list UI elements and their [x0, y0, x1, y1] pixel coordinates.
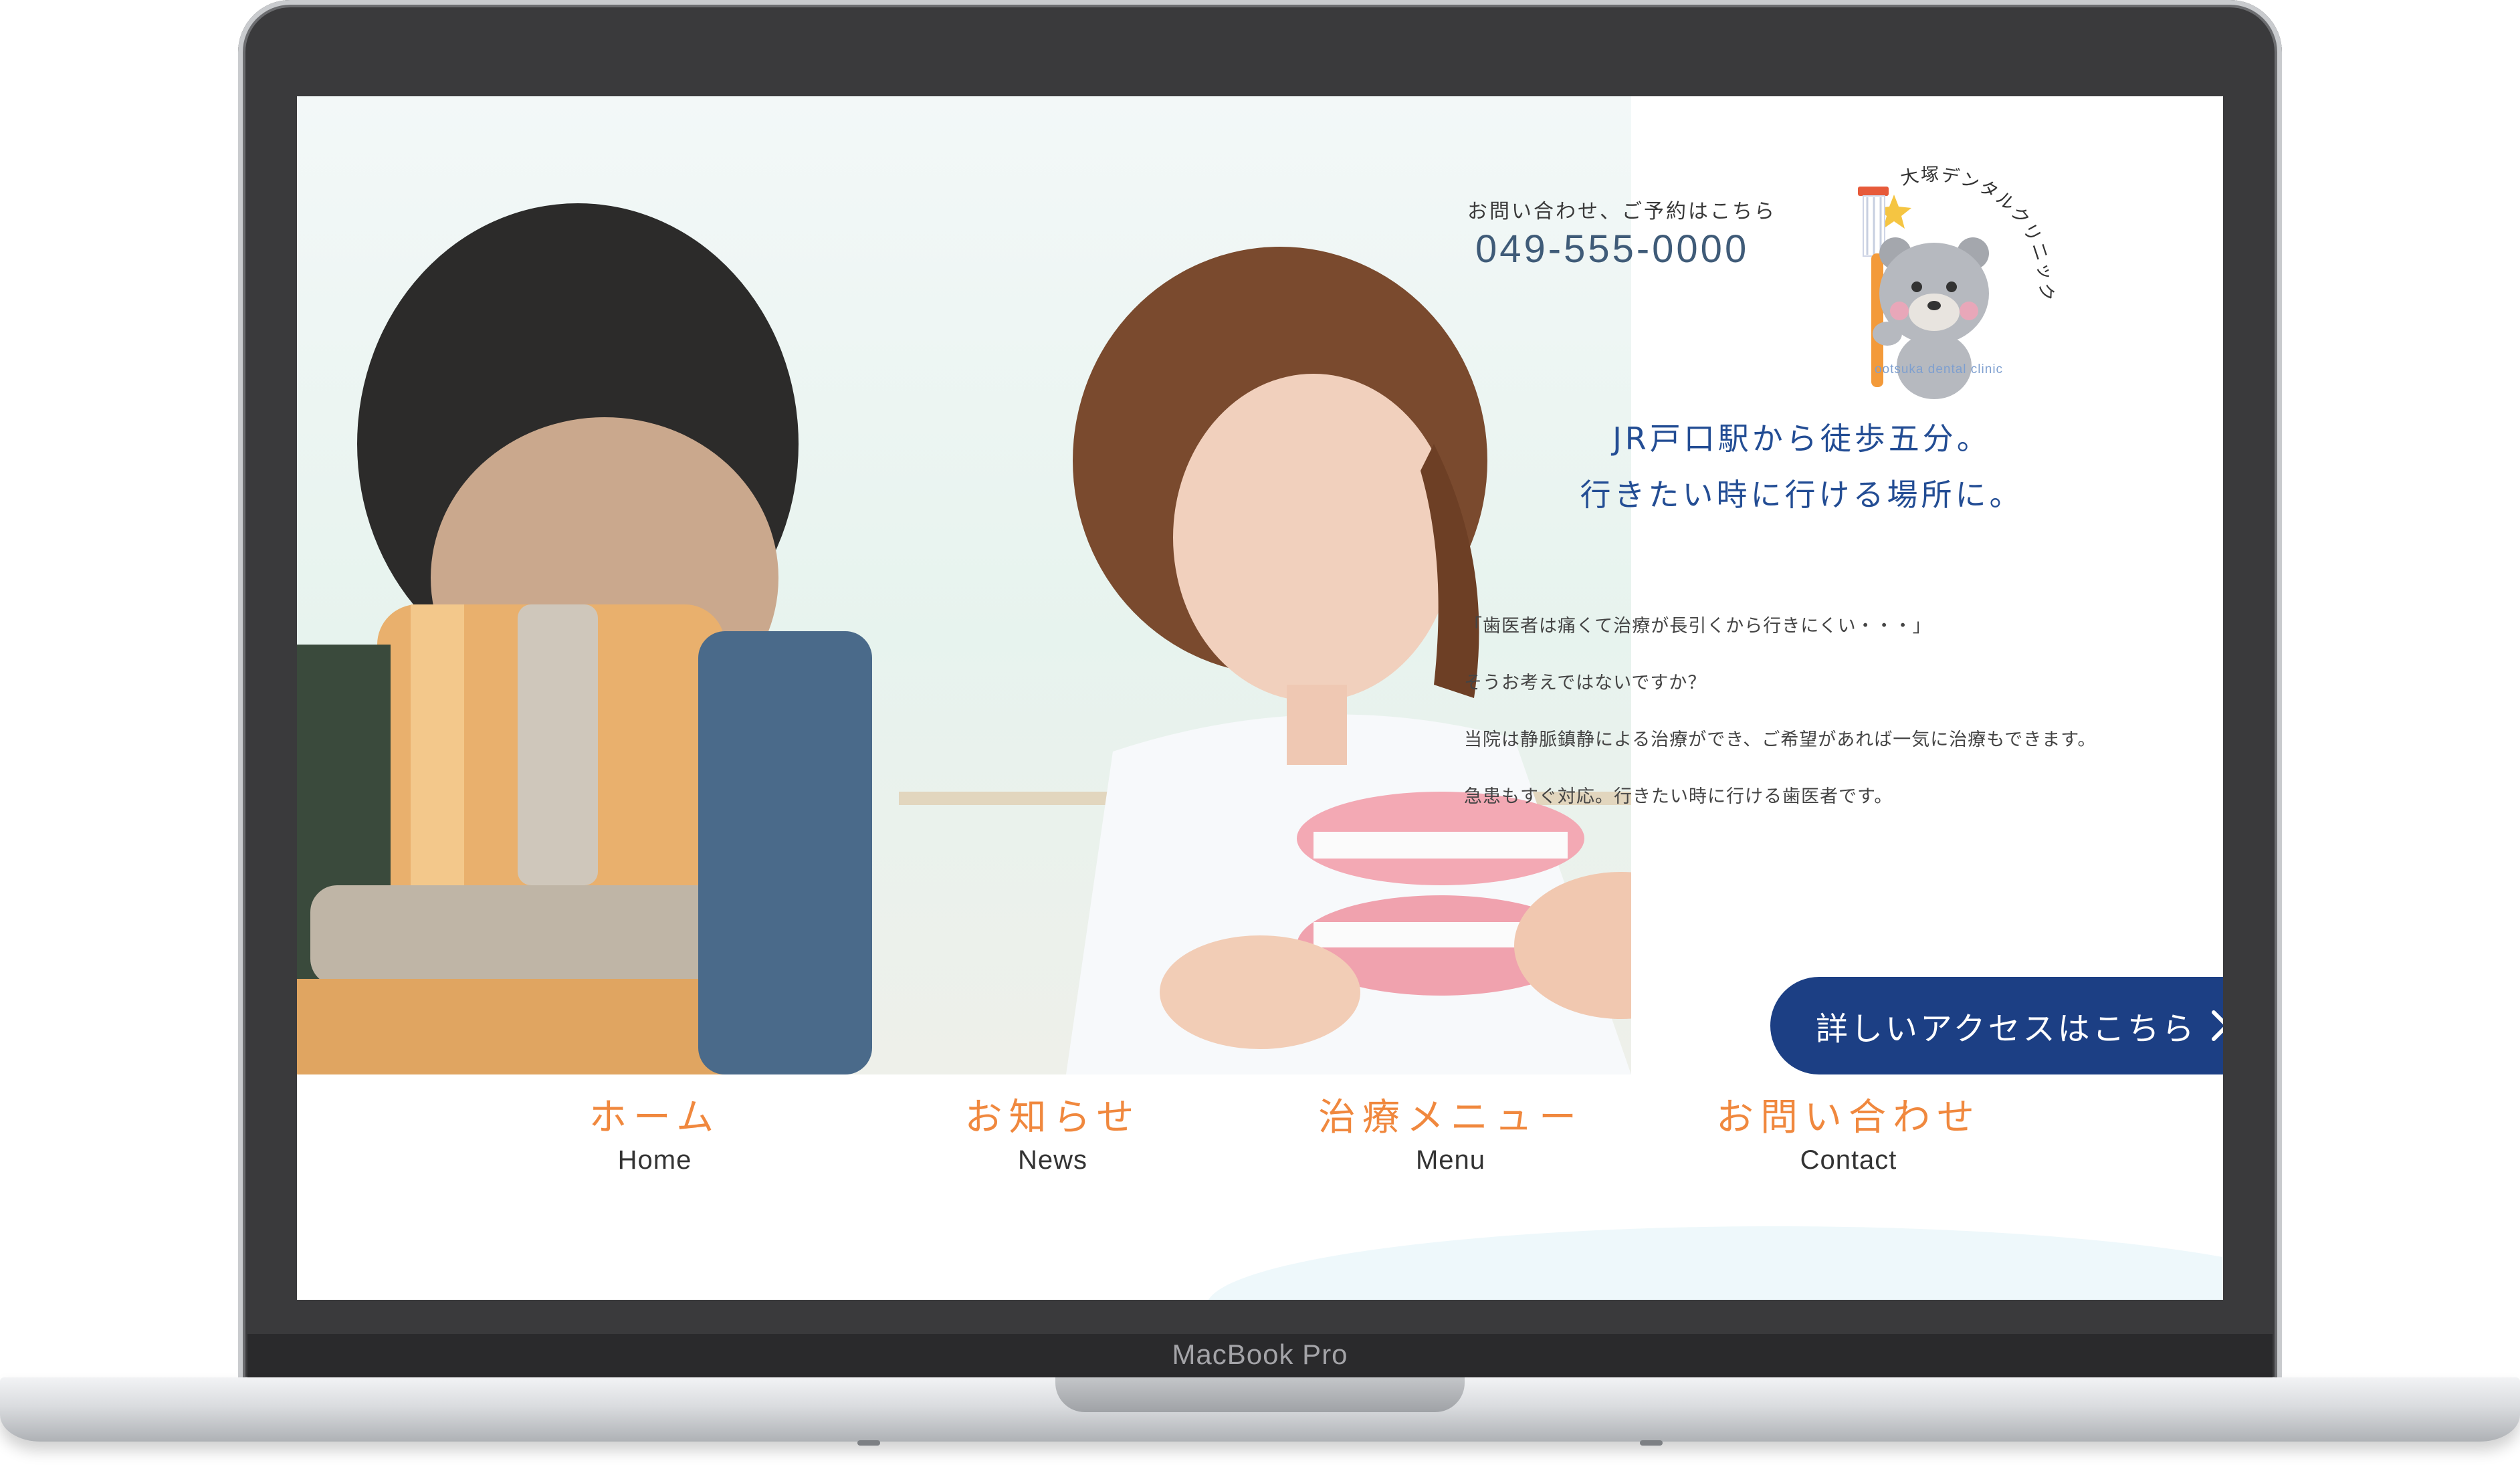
intro-text: 「歯医者は痛くて治療が長引くから行きにくい・・・」 そうお考えではないですか？ …	[1464, 611, 2200, 838]
laptop-foot	[1640, 1440, 1663, 1446]
hero-tagline: JR戸口駅から徒歩五分。 行きたい時に行ける場所に。	[1501, 411, 2103, 523]
hero-photo	[297, 96, 1631, 1074]
chevron-right-icon	[2211, 1010, 2223, 1041]
nav-item-menu[interactable]: 治療メニュー Menu	[1310, 1093, 1591, 1175]
decorative-wave	[1206, 1226, 2223, 1300]
nav-item-label-en: Menu	[1415, 1145, 1486, 1175]
intro-line: そうお考えではないですか？	[1464, 673, 1707, 693]
access-button[interactable]: 詳しいアクセスはこちら	[1770, 977, 2223, 1074]
nav-item-news[interactable]: お知らせ News	[912, 1093, 1193, 1175]
phone-number[interactable]: 049-555-0000	[1475, 227, 1749, 271]
main-nav: ホーム Home お知らせ News 治療メニュー Menu お問い合わせ Co…	[297, 1093, 2223, 1226]
intro-line: 「歯医者は痛くて治療が長引くから行きにくい・・・」	[1464, 616, 1931, 637]
nav-item-label-jp: お問い合わせ	[1716, 1096, 1981, 1139]
tagline-line: 行きたい時に行ける場所に。	[1580, 477, 2024, 513]
tagline-line: JR戸口駅から徒歩五分。	[1612, 421, 1991, 457]
nav-item-home[interactable]: ホーム Home	[514, 1093, 795, 1175]
nav-item-label-en: Contact	[1800, 1145, 1897, 1175]
laptop-model-label: MacBook Pro	[1172, 1339, 1348, 1370]
access-button-label: 詳しいアクセスはこちら	[1816, 1010, 2197, 1048]
nav-item-label-jp: ホーム	[589, 1096, 721, 1139]
nav-item-contact[interactable]: お問い合わせ Contact	[1708, 1093, 1989, 1175]
website-screen: お問い合わせ、ご予約はこちら 049-555-0000 大塚デンタルクリニック …	[297, 96, 2223, 1300]
nav-item-label-jp: お知らせ	[964, 1096, 1141, 1139]
logo-subtitle: ootsuka dental clinic	[1874, 362, 2004, 376]
intro-line: 急患もすぐ対応。行きたい時に行ける歯医者です。	[1464, 786, 1893, 807]
contact-label: お問い合わせ、ご予約はこちら	[1467, 200, 1776, 223]
nav-item-label-en: News	[1017, 1145, 1088, 1175]
dentist-with-tooth-model-photo	[297, 96, 1631, 1074]
intro-line: 当院は静脈鎮静による治療ができ、ご希望があれば一気に治療もできます。	[1464, 729, 2097, 750]
nav-item-label-jp: 治療メニュー	[1318, 1096, 1583, 1139]
laptop-notch	[1055, 1377, 1465, 1412]
laptop-foot	[857, 1440, 880, 1446]
nav-item-label-en: Home	[617, 1145, 692, 1175]
